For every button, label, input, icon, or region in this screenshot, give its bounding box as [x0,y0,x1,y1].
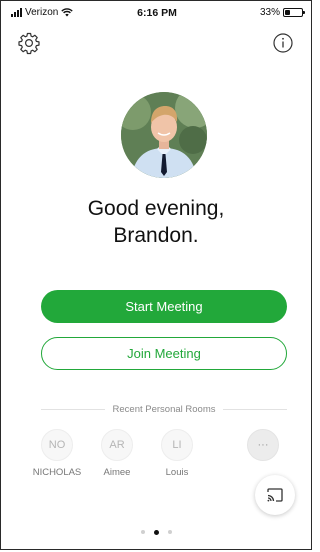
status-right: 33% [259,7,305,18]
battery-percent: 33% [259,7,280,18]
profile-photo [121,92,207,178]
page-indicator[interactable] [1,529,311,535]
room-item-aimee[interactable]: AR Aimee [87,429,147,478]
recent-rooms-title: Recent Personal Rooms [112,403,216,415]
greeting: Good evening, Brandon. [1,195,311,249]
page-dot[interactable] [167,530,172,534]
status-bar: Verizon 6:16 PM 33% [11,7,305,21]
join-meeting-label: Join Meeting [127,346,201,361]
more-rooms-button[interactable]: ··· [233,429,293,467]
more-icon: ··· [247,429,279,461]
battery-icon [283,8,305,17]
cast-button[interactable] [255,475,295,515]
settings-button[interactable] [17,31,41,55]
room-avatar: LI [161,429,193,461]
room-item-nicholas[interactable]: NO NICHOLAS [27,429,87,478]
room-name: NICHOLAS [32,467,82,478]
start-meeting-button[interactable]: Start Meeting [41,290,287,323]
room-avatar: NO [41,429,73,461]
greeting-line-1: Good evening, [87,197,225,220]
page-dot[interactable] [140,530,145,534]
room-item-louis[interactable]: LI Louis [147,429,207,478]
cast-icon [267,488,283,502]
app-screen: Verizon 6:16 PM 33% Good evening, Brando… [0,0,312,550]
room-avatar: AR [101,429,133,461]
start-meeting-label: Start Meeting [125,299,203,314]
info-button[interactable] [271,31,295,55]
join-meeting-button[interactable]: Join Meeting [41,337,287,370]
room-name: Louis [165,467,189,478]
divider [41,408,105,410]
gear-icon [18,32,40,55]
info-icon [273,33,293,53]
room-name: Aimee [103,467,131,478]
avatar[interactable] [121,92,207,178]
recent-rooms-header: Recent Personal Rooms [41,402,287,416]
greeting-line-2: Brandon. [113,224,199,247]
page-dot-active[interactable] [153,529,159,535]
divider [223,408,287,410]
